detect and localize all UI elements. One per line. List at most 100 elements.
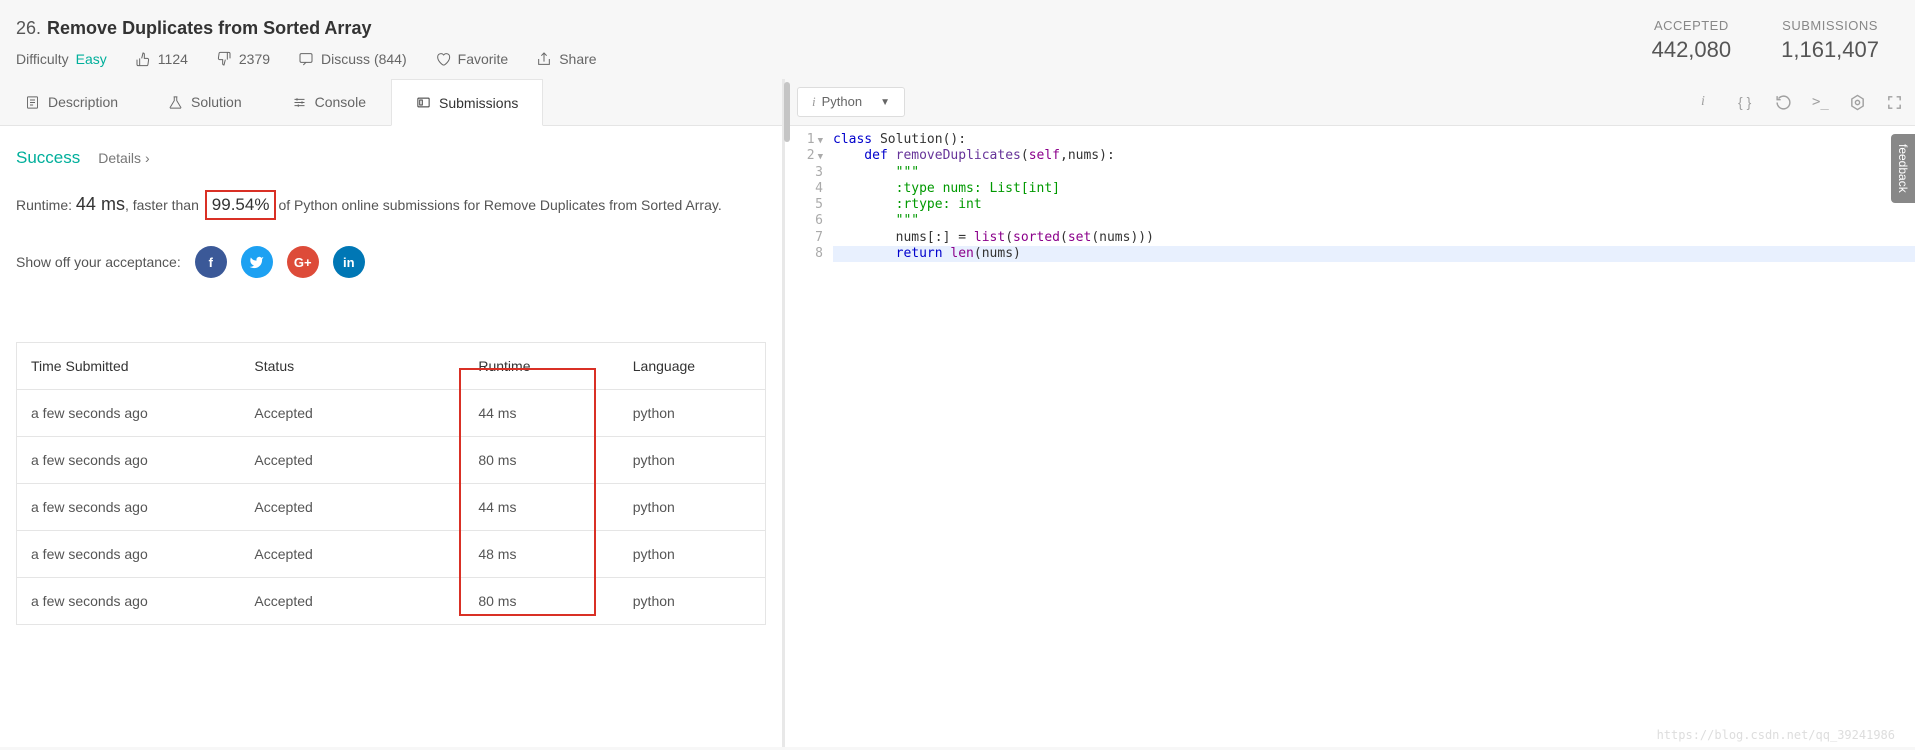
header-left: 26. Remove Duplicates from Sorted Array … [16,18,1652,67]
fold-icon[interactable]: ▼ [818,136,823,146]
cell-status: Accepted [240,578,464,625]
line-number: 4 [785,181,823,197]
fold-icon[interactable]: ▼ [818,152,823,162]
favorite-button[interactable]: Favorite [435,51,509,67]
tab-submissions[interactable]: Submissions [391,79,543,126]
tab-console-label: Console [315,94,366,110]
code-line: class Solution(): [833,132,1915,148]
watermark: https://blog.csdn.net/qq_39241986 [1657,728,1895,742]
discuss-button[interactable]: Discuss (844) [298,51,407,67]
googleplus-share-button[interactable]: G+ [287,246,319,278]
cell-runtime: 80 ms [464,437,618,484]
chevron-right-icon: › [145,150,150,166]
googleplus-icon: G+ [294,255,312,270]
line-number: 2▼ [785,148,823,164]
code-content[interactable]: class Solution(): def removeDuplicates(s… [833,132,1915,262]
percent-highlight: 99.54% [205,190,277,220]
accepted-value: 442,080 [1652,37,1732,63]
twitter-icon [249,255,264,270]
cell-status: Accepted [240,390,464,437]
line-number: 1▼ [785,132,823,148]
problem-header: 26. Remove Duplicates from Sorted Array … [0,0,1915,79]
heart-icon [435,51,451,67]
split-scrollbar[interactable] [784,82,790,142]
stat-submissions: SUBMISSIONS 1,161,407 [1781,18,1879,63]
difficulty: Difficulty Easy [16,51,107,67]
code-editor[interactable]: 1▼ 2▼ 3 4 5 6 7 8 class Solution(): def … [785,126,1915,262]
code-line: """ [833,165,1915,181]
cell-lang: python [619,437,766,484]
col-status: Status [240,343,464,390]
discuss-label: Discuss (844) [321,51,407,67]
cell-time: a few seconds ago [17,390,241,437]
cell-status: Accepted [240,437,464,484]
meta-row: Difficulty Easy 1124 2379 Discuss (844) … [16,51,1652,67]
settings-icon[interactable] [1849,94,1866,111]
table-row[interactable]: a few seconds agoAccepted80 mspython [17,437,766,484]
undo-icon[interactable] [1775,94,1792,111]
share-button[interactable]: Share [536,51,596,67]
table-row[interactable]: a few seconds agoAccepted80 mspython [17,578,766,625]
code-line: :rtype: int [833,197,1915,213]
info-i-icon: i [812,94,816,109]
accepted-label: ACCEPTED [1652,18,1732,33]
problem-number: 26. [16,18,41,39]
like-button[interactable]: 1124 [135,51,188,67]
code-line: def removeDuplicates(self,nums): [833,148,1915,164]
table-row[interactable]: a few seconds agoAccepted44 mspython [17,390,766,437]
tab-solution[interactable]: Solution [143,79,267,125]
submissions-value: 1,161,407 [1781,37,1879,63]
result-status: Success [16,148,80,168]
main: Description Solution Console Submissions… [0,79,1915,747]
cell-time: a few seconds ago [17,437,241,484]
details-label: Details [98,150,141,166]
faster-suffix: of Python online submissions for Remove … [278,197,721,213]
toolbar-icons: i { } >_ [1701,94,1903,111]
share-label: Share [559,51,596,67]
code-line: return len(nums) [833,246,1915,262]
table-row[interactable]: a few seconds agoAccepted48 mspython [17,531,766,578]
cell-time: a few seconds ago [17,531,241,578]
line-number: 7 [785,230,823,246]
cell-time: a few seconds ago [17,578,241,625]
facebook-share-button[interactable]: f [195,246,227,278]
share-acceptance-label: Show off your acceptance: [16,254,181,270]
submissions-table: Time Submitted Status Runtime Language a… [16,342,766,625]
code-line: nums[:] = list(sorted(set(nums))) [833,230,1915,246]
problem-title[interactable]: Remove Duplicates from Sorted Array [47,18,371,39]
dislike-button[interactable]: 2379 [216,51,270,67]
tab-console[interactable]: Console [267,79,391,125]
dislike-count: 2379 [239,51,270,67]
tabs: Description Solution Console Submissions [0,79,782,126]
tab-description[interactable]: Description [0,79,143,125]
sliders-icon [292,95,307,110]
cell-status: Accepted [240,531,464,578]
line-gutter: 1▼ 2▼ 3 4 5 6 7 8 [785,132,833,262]
linkedin-icon: in [343,255,355,270]
fullscreen-icon[interactable] [1886,94,1903,111]
share-icon [536,51,552,67]
language-select[interactable]: iPython ▼ [797,87,905,117]
linkedin-share-button[interactable]: in [333,246,365,278]
code-line: :type nums: List[int] [833,181,1915,197]
braces-icon[interactable]: { } [1738,94,1755,111]
feedback-tab[interactable]: feedback [1891,134,1915,203]
cell-runtime: 44 ms [464,484,618,531]
table-row[interactable]: a few seconds agoAccepted44 mspython [17,484,766,531]
cell-lang: python [619,578,766,625]
details-link[interactable]: Details › [98,150,149,166]
cell-lang: python [619,390,766,437]
submissions-icon [416,95,431,110]
submissions-label: SUBMISSIONS [1781,18,1879,33]
terminal-icon[interactable]: >_ [1812,94,1829,111]
tab-solution-label: Solution [191,94,242,110]
twitter-share-button[interactable] [241,246,273,278]
cell-runtime: 48 ms [464,531,618,578]
left-pane: Description Solution Console Submissions… [0,79,785,747]
cell-runtime: 80 ms [464,578,618,625]
tab-submissions-label: Submissions [439,95,518,111]
title-row: 26. Remove Duplicates from Sorted Array [16,18,1652,39]
facebook-icon: f [209,255,213,270]
like-count: 1124 [158,51,188,67]
info-icon[interactable]: i [1701,94,1718,111]
